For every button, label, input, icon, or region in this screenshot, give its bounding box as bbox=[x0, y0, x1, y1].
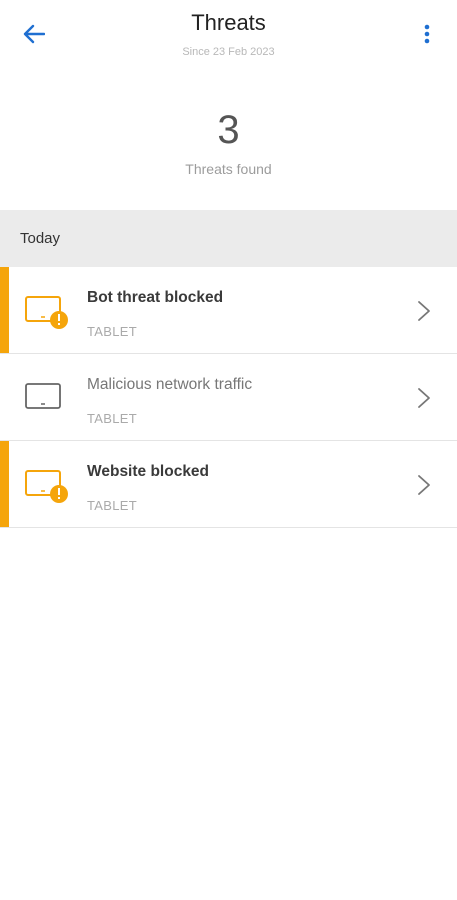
more-vert-icon bbox=[424, 24, 430, 44]
tablet-icon bbox=[25, 383, 61, 409]
chevron-right-icon bbox=[418, 475, 430, 495]
threat-summary: 3 Threats found bbox=[0, 80, 457, 210]
page-subtitle: Since 23 Feb 2023 bbox=[182, 46, 275, 58]
chevron-right-icon bbox=[418, 301, 430, 321]
threat-title: Malicious network traffic bbox=[87, 376, 253, 393]
threat-count-label: Threats found bbox=[185, 161, 272, 177]
threat-device: TABLET bbox=[87, 324, 137, 339]
threat-title: Website blocked bbox=[87, 463, 210, 480]
warning-accent-bar bbox=[0, 267, 9, 353]
app-header: Threats Since 23 Feb 2023 bbox=[0, 0, 457, 80]
threat-title: Bot threat blocked bbox=[87, 289, 224, 306]
section-label: Today bbox=[20, 230, 61, 247]
threat-count: 3 bbox=[217, 108, 240, 152]
threat-device: TABLET bbox=[87, 498, 137, 513]
tablet-warning-icon bbox=[25, 296, 68, 329]
threat-device: TABLET bbox=[87, 411, 137, 426]
threat-item[interactable]: Website blocked TABLET bbox=[0, 441, 457, 528]
warning-accent-bar bbox=[0, 441, 9, 527]
tablet-warning-icon bbox=[25, 470, 68, 503]
section-header-today: Today bbox=[0, 210, 457, 267]
chevron-right-icon bbox=[418, 388, 430, 408]
threat-list: Bot threat blocked TABLET Malicious netw… bbox=[0, 267, 457, 528]
threat-item[interactable]: Bot threat blocked TABLET bbox=[0, 267, 457, 354]
more-options-button[interactable] bbox=[411, 20, 443, 48]
page-title: Threats bbox=[191, 10, 266, 35]
threats-screen: Threats Since 23 Feb 2023 3 Threats foun… bbox=[0, 0, 457, 900]
threat-item[interactable]: Malicious network traffic TABLET bbox=[0, 354, 457, 441]
